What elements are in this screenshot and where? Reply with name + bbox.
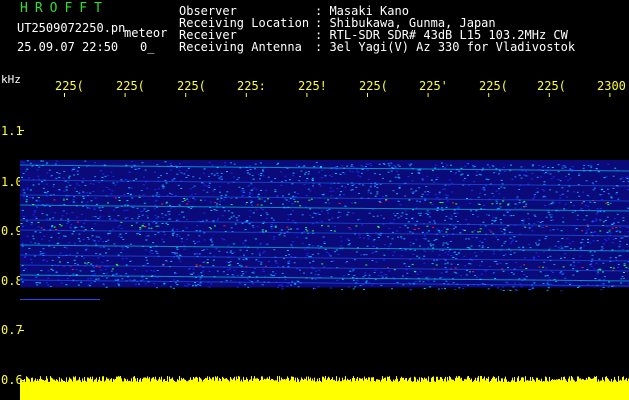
x-tick-mark xyxy=(427,93,429,97)
x-tick-label: 225: xyxy=(237,79,266,93)
y-tick-mark xyxy=(20,130,24,131)
x-tick-mark xyxy=(124,93,126,97)
x-tick-label: 225' xyxy=(419,79,448,93)
x-tick-label: 225( xyxy=(359,79,388,93)
timestamp: 25.09.07 22:50 xyxy=(17,40,119,54)
x-tick-mark xyxy=(245,93,247,97)
y-tick-mark xyxy=(20,330,24,331)
field-label-antenna: Receiving Antenna xyxy=(179,40,302,54)
file-name: UT2509072250.pn xyxy=(17,21,126,35)
x-tick-mark xyxy=(367,93,368,97)
x-tick-label: 225( xyxy=(537,79,566,93)
x-tick-mark xyxy=(488,93,490,97)
x-tick-label: 225( xyxy=(55,79,84,93)
signal-streak xyxy=(20,299,100,300)
spectrogram-plot xyxy=(20,93,629,400)
x-tick-label: 225( xyxy=(177,79,206,93)
x-tick-label: 225( xyxy=(116,79,145,93)
x-tick-mark xyxy=(64,93,65,97)
noise-floor xyxy=(20,376,629,400)
x-tick-mark xyxy=(185,93,187,97)
x-tick-mark xyxy=(548,93,550,97)
x-tick-mark xyxy=(306,93,308,97)
x-tick-mark xyxy=(609,93,611,97)
x-tick-label: 225! xyxy=(298,79,327,93)
x-tick-label: 2300 xyxy=(597,79,626,93)
app-brand: HROFFT xyxy=(20,1,109,16)
x-tick-label: 225( xyxy=(479,79,508,93)
y-unit-label: kHz xyxy=(1,73,21,86)
mode-label: meteor xyxy=(124,26,168,40)
counter: 0_ xyxy=(140,40,155,54)
field-value-antenna: : 3el Yagi(V) Az 330 for Vladivostok xyxy=(315,40,576,54)
